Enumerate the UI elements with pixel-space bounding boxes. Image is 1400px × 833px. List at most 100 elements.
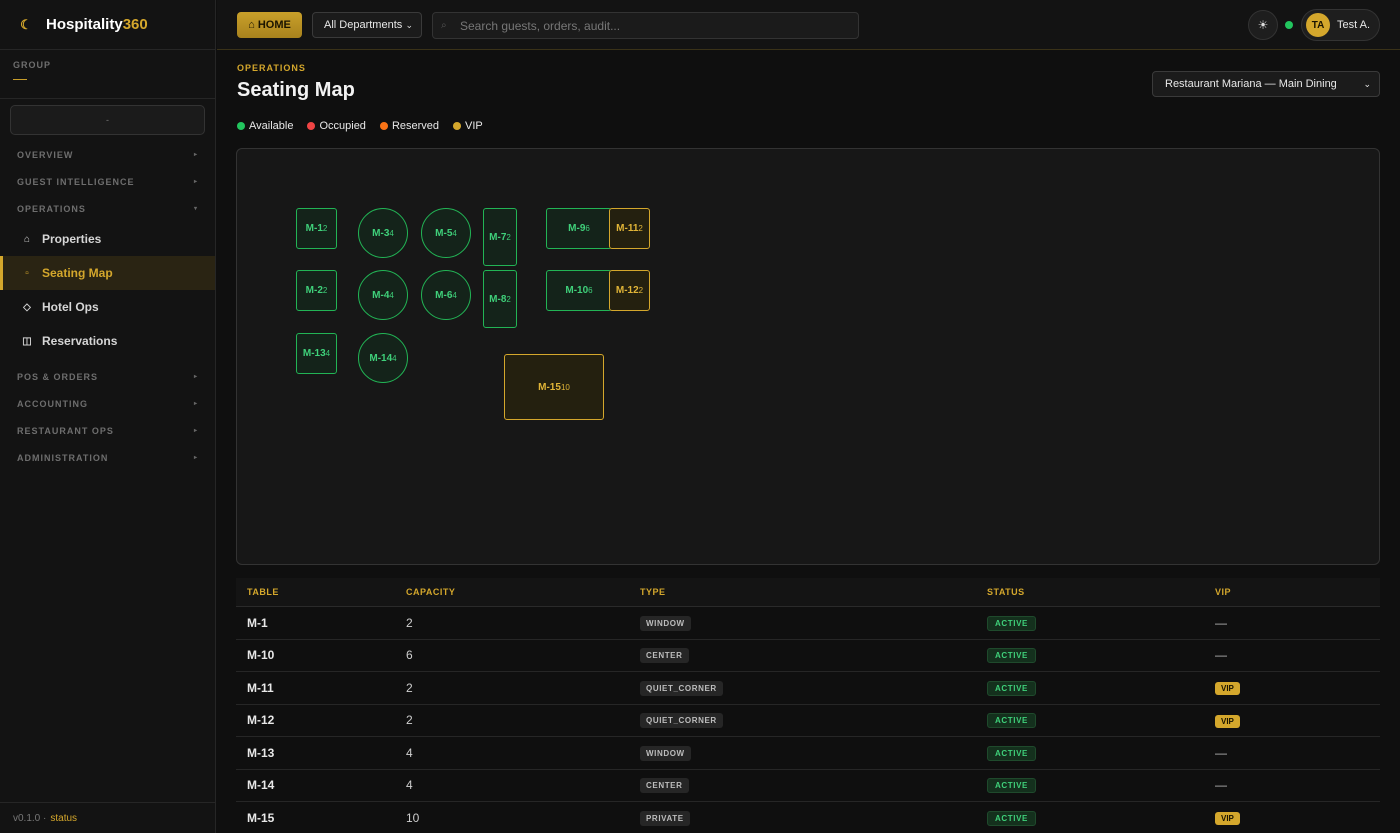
chevron-down-icon: ⌄: [1363, 79, 1371, 89]
status-badge: ACTIVE: [987, 648, 1036, 664]
nav-section-guest-intelligence[interactable]: GUEST INTELLIGENCE ▸: [0, 168, 215, 195]
floor-table-m-14[interactable]: M-14 4: [358, 333, 408, 383]
table-row[interactable]: M-1 2 WINDOW ACTIVE —: [236, 607, 1380, 640]
floor-table-m-5[interactable]: M-5 4: [421, 208, 471, 258]
status-badge: ACTIVE: [987, 745, 1036, 761]
nav-section-overview[interactable]: OVERVIEW ▸: [0, 141, 215, 168]
table-header-row: TABLE CAPACITY TYPE STATUS VIP: [236, 578, 1380, 607]
legend-dot: [453, 122, 462, 130]
cell-capacity: 2: [406, 615, 413, 630]
nav-section-accounting[interactable]: ACCOUNTING ▸: [0, 390, 215, 417]
online-status-dot: [1285, 21, 1293, 29]
floor-plan: M-1 2 M-2 2 M-13 4 M-3 4 M-4 4 M-14 4 M-5 4 M-6…: [236, 148, 1380, 565]
nav-section-restaurant-ops[interactable]: RESTAURANT OPS ▸: [0, 417, 215, 444]
floor-table-m-8[interactable]: M-8 2: [483, 270, 517, 328]
moon-logo-icon: ☾: [20, 16, 32, 32]
cell-capacity: 4: [406, 778, 413, 793]
col-header-table[interactable]: TABLE: [236, 587, 406, 597]
table-row[interactable]: M-12 2 QUIET_CORNER ACTIVE VIP: [236, 705, 1380, 737]
chevron-icon: ▸: [193, 455, 198, 461]
floor-table-m-12[interactable]: M-12 2: [609, 270, 650, 311]
status-badge: ACTIVE: [987, 615, 1036, 631]
sidebar-item-label: Seating Map: [42, 266, 113, 280]
avatar: TA: [1306, 13, 1330, 37]
chevron-icon: ▸: [193, 374, 198, 380]
legend-item-occupied: Occupied: [307, 120, 366, 132]
cell-capacity: 6: [406, 648, 413, 663]
sun-icon: ☀: [1257, 18, 1269, 32]
floor-table-m-1[interactable]: M-1 2: [296, 208, 337, 249]
legend-dot: [237, 122, 245, 130]
sidebar-item-label: Hotel Ops: [42, 300, 99, 314]
status-badge: ACTIVE: [987, 680, 1036, 696]
department-select[interactable]: All Departments ⌄: [312, 12, 422, 38]
type-badge: QUIET_CORNER: [640, 680, 723, 696]
venue-select[interactable]: Restaurant Mariana — Main Dining ⌄: [1152, 71, 1380, 97]
vip-cell: —: [1215, 648, 1227, 663]
col-header-capacity[interactable]: CAPACITY: [406, 587, 640, 597]
page-eyebrow: OPERATIONS: [237, 63, 306, 73]
nav-section-operations[interactable]: OPERATIONS ▾: [0, 195, 215, 222]
chevron-icon: ▸: [193, 401, 198, 407]
floor-table-m-4[interactable]: M-4 4: [358, 270, 408, 320]
type-badge: WINDOW: [640, 745, 691, 761]
cell-table: M-1: [247, 615, 268, 630]
property-select[interactable]: -: [10, 105, 205, 135]
type-badge: QUIET_CORNER: [640, 713, 723, 729]
table-row[interactable]: M-13 4 WINDOW ACTIVE —: [236, 737, 1380, 770]
vip-badge: VIP: [1215, 714, 1240, 728]
cell-table: M-12: [247, 713, 275, 728]
cell-capacity: 2: [406, 713, 413, 728]
cell-table: M-10: [247, 648, 275, 663]
sidebar-item-label: Properties: [42, 232, 102, 246]
sidebar-item-properties[interactable]: ⌂ Properties: [0, 222, 215, 256]
search-box[interactable]: ⌕: [432, 12, 859, 39]
floor-table-m-3[interactable]: M-3 4: [358, 208, 408, 258]
sidebar-item-seating-map[interactable]: ▫ Seating Map: [0, 256, 215, 290]
col-header-type[interactable]: TYPE: [640, 587, 987, 597]
table-row[interactable]: M-10 6 CENTER ACTIVE —: [236, 640, 1380, 672]
nav-section-pos-orders[interactable]: POS & ORDERS ▸: [0, 363, 215, 390]
status-legend: Available Occupied Reserved VIP: [237, 120, 497, 132]
col-header-vip[interactable]: VIP: [1215, 587, 1380, 597]
floor-table-m-7[interactable]: M-7 2: [483, 208, 517, 266]
status-badge: ACTIVE: [987, 713, 1036, 729]
topbar: ⌂ HOME All Departments ⌄ ⌕ ☀ TA Test A.: [217, 0, 1400, 50]
theme-toggle-button[interactable]: ☀: [1248, 10, 1278, 40]
cell-table: M-11: [247, 680, 274, 695]
col-header-status[interactable]: STATUS: [987, 587, 1215, 597]
page-title: Seating Map: [237, 79, 355, 101]
search-input[interactable]: [460, 18, 840, 33]
table-row[interactable]: M-14 4 CENTER ACTIVE —: [236, 770, 1380, 802]
diamond-icon: ◇: [23, 301, 31, 313]
vip-badge: VIP: [1215, 812, 1240, 826]
square-icon: ▫: [25, 267, 29, 279]
chevron-icon: ▸: [193, 179, 198, 185]
floor-table-m-6[interactable]: M-6 4: [421, 270, 471, 320]
group-label: GROUP: [13, 60, 52, 70]
table-row[interactable]: M-11 2 QUIET_CORNER ACTIVE VIP: [236, 672, 1380, 705]
floor-table-m-13[interactable]: M-13 4: [296, 333, 337, 374]
user-name: Test A.: [1337, 19, 1371, 31]
floor-table-m-15[interactable]: M-15 10: [504, 354, 604, 420]
floor-table-m-2[interactable]: M-2 2: [296, 270, 337, 311]
cell-table: M-14: [247, 778, 275, 793]
nav-section-administration[interactable]: ADMINISTRATION ▸: [0, 444, 215, 471]
type-badge: PRIVATE: [640, 810, 690, 826]
floor-table-m-11[interactable]: M-11 2: [609, 208, 650, 249]
status-link[interactable]: status: [50, 813, 77, 824]
vip-badge: VIP: [1215, 682, 1240, 696]
brand-name: Hospitality360: [46, 16, 148, 33]
sidebar-item-hotel-ops[interactable]: ◇ Hotel Ops: [0, 290, 215, 324]
table-row[interactable]: M-15 10 PRIVATE ACTIVE VIP: [236, 802, 1380, 833]
user-menu[interactable]: TA Test A.: [1301, 9, 1380, 41]
group-value: —: [13, 70, 27, 86]
brand[interactable]: ☾ Hospitality360: [0, 0, 215, 50]
chevron-down-icon: ⌄: [405, 20, 413, 30]
sidebar-item-reservations[interactable]: ◫ Reservations: [0, 324, 215, 358]
floor-table-m-9[interactable]: M-9 6: [546, 208, 612, 249]
home-button[interactable]: ⌂ HOME: [237, 12, 302, 38]
search-icon: ⌕: [441, 20, 447, 31]
floor-table-m-10[interactable]: M-10 6: [546, 270, 612, 311]
cell-table: M-15: [247, 810, 275, 825]
